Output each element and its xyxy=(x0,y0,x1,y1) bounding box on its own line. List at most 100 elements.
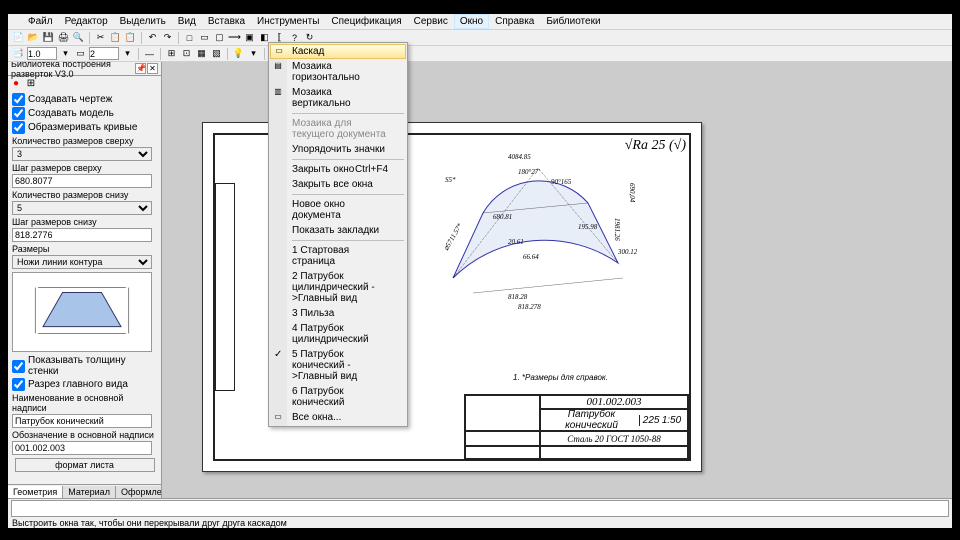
sidebar-header: Библиотека построения разверток V3.0 📌 ✕ xyxy=(8,62,161,76)
t4-icon[interactable]: ▧ xyxy=(210,47,223,60)
cut-icon[interactable]: ✂ xyxy=(94,31,107,44)
mi-arrange[interactable]: Упорядочить значки xyxy=(270,142,406,157)
lbl-step-top: Шаг размеров сверху xyxy=(12,163,157,173)
layer-icon[interactable]: 📑 xyxy=(12,47,25,60)
menu-spec[interactable]: Спецификация xyxy=(325,14,407,29)
tab-geometry[interactable]: Геометрия xyxy=(8,486,63,498)
menu-view[interactable]: Вид xyxy=(172,14,202,29)
red-dot-icon[interactable]: ● xyxy=(10,77,22,89)
tb-e[interactable]: ▣ xyxy=(243,31,256,44)
open-icon[interactable]: 📂 xyxy=(27,31,40,44)
preview-icon[interactable]: 🔍 xyxy=(72,31,85,44)
menu-file[interactable]: Файл xyxy=(22,14,59,29)
sel-sizes[interactable]: Ножи линии контура xyxy=(12,255,152,269)
undo-icon[interactable]: ↶ xyxy=(146,31,159,44)
preview-area xyxy=(12,272,152,352)
inp-code[interactable] xyxy=(12,441,152,455)
mi-new-win[interactable]: Новое окно документа xyxy=(270,197,406,223)
check-icon: ✓ xyxy=(274,349,282,360)
mi-all-win[interactable]: ▭Все окна... xyxy=(270,410,406,425)
cb-wall[interactable]: Показывать толщину стенки xyxy=(12,355,157,377)
tb-c[interactable]: ▢ xyxy=(213,31,226,44)
paste-icon[interactable]: 📋 xyxy=(124,31,137,44)
status-bar: Выстроить окна так, чтобы они перекрывал… xyxy=(8,498,952,528)
print-icon[interactable]: 🖨 xyxy=(57,31,70,44)
t2-icon[interactable]: ⊡ xyxy=(180,47,193,60)
menu-window[interactable]: Окно xyxy=(454,14,489,29)
mi-win6[interactable]: 6 Патрубок конический xyxy=(270,384,406,410)
tab-material[interactable]: Материал xyxy=(63,486,116,498)
bulb-icon[interactable]: 💡 xyxy=(232,47,245,60)
lbl-count-top: Количество размеров сверху xyxy=(12,136,157,146)
mi-tabs[interactable]: Показать закладки xyxy=(270,223,406,238)
toolbar-format: 📑 ▾ ▭ ▾ — ⊞ ⊡ ▦ ▧ 💡 ▾ ⬇ ▭ xyxy=(8,46,952,62)
menu-insert[interactable]: Вставка xyxy=(202,14,251,29)
mi-win3[interactable]: 3 Пильза xyxy=(270,306,406,321)
lbl-code: Обозначение в основной надписи xyxy=(12,430,157,440)
redo-icon[interactable]: ↷ xyxy=(161,31,174,44)
cb-section[interactable]: Разрез главного вида xyxy=(12,378,157,391)
layer-input[interactable] xyxy=(89,47,119,60)
window-menu-dropdown: ▭Каскад ▤Мозаика горизонтально ▥Мозаика … xyxy=(268,42,408,427)
btn-format[interactable]: формат листа xyxy=(15,458,155,472)
tb-d[interactable]: ⟶ xyxy=(228,31,241,44)
new-icon[interactable]: 📄 xyxy=(12,31,25,44)
drawing-flat-pattern: S5* 4084.85 180°27' 90°165 680.81 20.61 … xyxy=(423,148,643,328)
mi-close[interactable]: Закрыть окноCtrl+F4 xyxy=(270,162,406,177)
inp-step-bot[interactable] xyxy=(12,228,152,242)
menu-service[interactable]: Сервис xyxy=(408,14,454,29)
windows-icon: ▭ xyxy=(272,412,284,424)
cb-dims[interactable]: Образмеривать кривые xyxy=(12,121,157,134)
lbl-count-bot: Количество размеров снизу xyxy=(12,190,157,200)
t1-icon[interactable]: ⊞ xyxy=(165,47,178,60)
status-text: Выстроить окна так, чтобы они перекрывал… xyxy=(8,518,952,528)
t3-icon[interactable]: ▦ xyxy=(195,47,208,60)
cb-model[interactable]: Создавать модель xyxy=(12,107,157,120)
sel-count-top[interactable]: 3 xyxy=(12,147,152,161)
mi-close-all[interactable]: Закрыть все окна xyxy=(270,177,406,192)
inp-name[interactable] xyxy=(12,414,152,428)
sel-count-bot[interactable]: 5 xyxy=(12,201,152,215)
scale-input[interactable] xyxy=(27,47,57,60)
menu-select[interactable]: Выделить xyxy=(114,14,172,29)
title-block: 001.002.003 Патрубок конический 225 1:50… xyxy=(464,394,689,459)
lbl-name: Наименование в основной надписи xyxy=(12,393,157,413)
dd2-icon[interactable]: ▾ xyxy=(121,47,134,60)
mi-win1[interactable]: 1 Стартовая страница xyxy=(270,243,406,269)
tb-b[interactable]: ▭ xyxy=(198,31,211,44)
toolbar-main: 📄 📂 💾 🖨 🔍 ✂ 📋 📋 ↶ ↷ □ ▭ ▢ ⟶ ▣ ◧ ⟦ ? ↻ xyxy=(8,30,952,46)
mi-win5[interactable]: ✓5 Патрубок конический ->Главный вид xyxy=(270,347,406,384)
tile-h-icon: ▤ xyxy=(272,61,284,73)
menu-help[interactable]: Справка xyxy=(489,14,540,29)
menu-tools[interactable]: Инструменты xyxy=(251,14,325,29)
menu-libraries[interactable]: Библиотеки xyxy=(540,14,606,29)
mi-cascade[interactable]: ▭Каскад xyxy=(270,44,406,59)
dd3-icon[interactable]: ▾ xyxy=(247,47,260,60)
mi-tile-v[interactable]: ▥Мозаика вертикально xyxy=(270,85,406,111)
menu-editor[interactable]: Редактор xyxy=(59,14,114,29)
menubar: Файл Редактор Выделить Вид Вставка Инстр… xyxy=(8,14,952,30)
lbl-sizes: Размеры xyxy=(12,244,157,254)
tab-design[interactable]: Оформление xyxy=(116,486,162,498)
mi-tile-h[interactable]: ▤Мозаика горизонтально xyxy=(270,59,406,85)
cascade-icon: ▭ xyxy=(273,46,285,58)
pin-icon[interactable]: 📌 xyxy=(135,63,146,74)
cb-drawing[interactable]: Создавать чертеж xyxy=(12,93,157,106)
close-icon[interactable]: ✕ xyxy=(147,63,158,74)
grid-icon[interactable]: ⊞ xyxy=(25,77,37,89)
lbl-step-bot: Шаг размеров снизу xyxy=(12,217,157,227)
inp-step-top[interactable] xyxy=(12,174,152,188)
mi-win4[interactable]: 4 Патрубок цилиндрический xyxy=(270,321,406,347)
command-strip[interactable] xyxy=(11,500,949,517)
dd-icon[interactable]: ▾ xyxy=(59,47,72,60)
sidebar-panel: Библиотека построения разверток V3.0 📌 ✕… xyxy=(8,62,162,498)
line-icon[interactable]: — xyxy=(143,47,156,60)
copy-icon[interactable]: 📋 xyxy=(109,31,122,44)
save-icon[interactable]: 💾 xyxy=(42,31,55,44)
tb-a[interactable]: □ xyxy=(183,31,196,44)
layer2-icon[interactable]: ▭ xyxy=(74,47,87,60)
mi-tile-cur: Мозаика для текущего документа xyxy=(270,116,406,142)
tile-v-icon: ▥ xyxy=(272,87,284,99)
mi-win2[interactable]: 2 Патрубок цилиндрический ->Главный вид xyxy=(270,269,406,306)
note-text: 1. *Размеры для справок. xyxy=(513,373,608,382)
